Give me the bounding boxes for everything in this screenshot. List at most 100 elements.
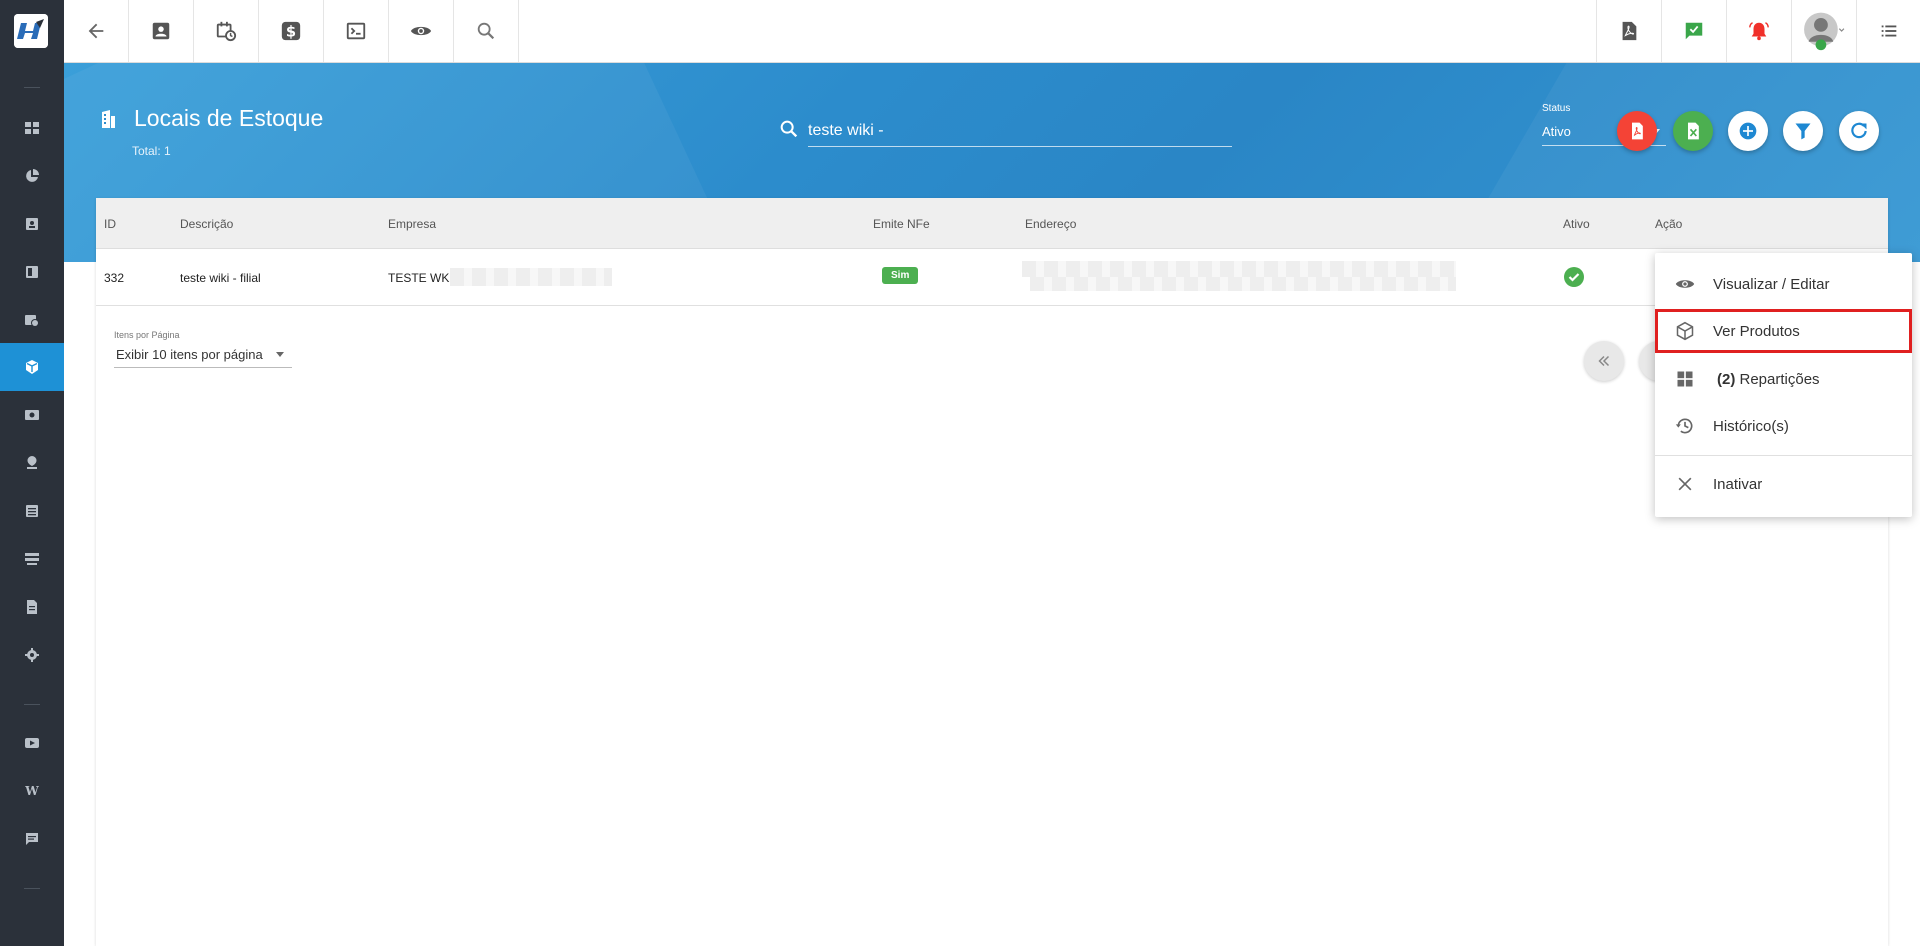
cube-icon — [1676, 321, 1694, 341]
table-header: ID Descrição Empresa Emite NFe Endereço … — [96, 198, 1888, 249]
status-value: Ativo — [1542, 124, 1571, 139]
sidebar-item-dashboard[interactable] — [0, 104, 64, 152]
menu-item-label: Histórico(s) — [1713, 417, 1789, 435]
sidebar-item-list[interactable] — [0, 487, 64, 535]
add-button[interactable] — [1728, 111, 1768, 151]
menu-item-label: Inativar — [1713, 475, 1763, 493]
column-header-acao: Ação — [1655, 217, 1683, 231]
building-icon — [102, 109, 115, 128]
column-header-endereco[interactable]: Endereço — [1025, 217, 1076, 231]
sidebar-item-reports[interactable] — [0, 152, 64, 200]
cell-empresa: TESTE WK — [388, 271, 450, 285]
total-count: Total: 1 — [132, 144, 171, 158]
column-header-descricao[interactable]: Descrição — [180, 217, 233, 231]
plus-circle-icon — [1739, 122, 1757, 140]
column-header-empresa[interactable]: Empresa — [388, 217, 436, 231]
column-header-ativo[interactable]: Ativo — [1563, 217, 1590, 231]
search-input[interactable] — [808, 115, 1232, 147]
menu-item-reparticoes[interactable]: (2) Repartições — [1655, 357, 1912, 401]
contact-icon — [26, 218, 38, 230]
user-menu-button[interactable] — [1791, 0, 1856, 62]
sidebar: W — [0, 0, 64, 946]
menu-list-button[interactable] — [1856, 0, 1920, 62]
refresh-button[interactable] — [1839, 111, 1879, 151]
pdf-button[interactable] — [1596, 0, 1661, 62]
spreadsheet-icon — [1688, 122, 1699, 140]
cell-descricao: teste wiki - filial — [180, 271, 261, 285]
sidebar-divider — [24, 87, 40, 88]
per-page-select[interactable]: Exibir 10 itens por página — [114, 342, 292, 368]
grid-icon — [1677, 371, 1693, 387]
sidebar-item-video[interactable] — [0, 719, 64, 767]
message-check-icon — [1685, 22, 1703, 40]
search-button[interactable] — [454, 0, 519, 62]
history-icon — [1675, 418, 1693, 434]
terminal-button[interactable] — [324, 0, 389, 62]
list-menu-icon — [1881, 25, 1896, 37]
location-icon — [27, 456, 37, 469]
export-pdf-button[interactable] — [1617, 111, 1657, 151]
sidebar-item-wiki[interactable]: W — [0, 767, 64, 815]
eye-icon — [1675, 280, 1695, 288]
chat-icon — [26, 833, 38, 845]
server-icon — [25, 553, 39, 565]
sidebar-item-panel[interactable] — [0, 248, 64, 296]
pie-chart-icon — [26, 169, 39, 182]
logo-icon — [14, 14, 48, 48]
menu-item-label: Ver Produtos — [1713, 322, 1800, 340]
menu-item-label: Visualizar / Editar — [1713, 275, 1830, 293]
cube-icon — [26, 360, 38, 374]
redacted-address — [1022, 261, 1456, 277]
back-button[interactable] — [64, 0, 129, 62]
sidebar-item-stock[interactable] — [0, 343, 64, 391]
menu-item-ver-produtos[interactable]: Ver Produtos — [1655, 309, 1912, 353]
gear-icon — [25, 648, 39, 662]
bell-icon — [1749, 22, 1769, 41]
menu-item-view-edit[interactable]: Visualizar / Editar — [1655, 262, 1912, 306]
sidebar-item-locations[interactable] — [0, 439, 64, 487]
per-page-label: Itens por Página — [114, 330, 180, 340]
pdf-icon — [1622, 21, 1637, 41]
sidebar-divider — [24, 888, 40, 889]
schedule-button[interactable] — [194, 0, 259, 62]
sidebar-item-chat[interactable] — [0, 815, 64, 863]
status-label: Status — [1542, 103, 1571, 114]
sidebar-item-documents[interactable] — [0, 583, 64, 631]
arrow-left-icon — [88, 23, 104, 39]
filter-button[interactable] — [1783, 111, 1823, 151]
table-row[interactable]: 332 teste wiki - filial TESTE WK Sim — [96, 249, 1888, 306]
sidebar-item-schedule[interactable] — [0, 296, 64, 344]
sidebar-item-finance[interactable] — [0, 391, 64, 439]
list-icon — [26, 505, 38, 517]
double-chevron-left-icon — [1598, 355, 1610, 367]
app-logo[interactable] — [14, 14, 48, 48]
close-icon — [1678, 477, 1692, 491]
menu-item-historico[interactable]: Histórico(s) — [1655, 404, 1912, 448]
sidebar-item-servers[interactable] — [0, 535, 64, 583]
column-header-emite-nfe[interactable]: Emite NFe — [873, 217, 930, 231]
search-icon — [780, 120, 798, 138]
video-icon — [25, 738, 39, 748]
sidebar-divider — [24, 704, 40, 705]
avatar — [1804, 12, 1845, 51]
export-excel-button[interactable] — [1673, 111, 1713, 151]
sidebar-item-settings[interactable] — [0, 631, 64, 679]
first-page-button[interactable] — [1584, 341, 1624, 381]
check-circle-icon — [1564, 267, 1584, 287]
dashboard-icon — [25, 122, 39, 134]
top-bar: $ — [64, 0, 1920, 63]
menu-item-inativar[interactable]: Inativar — [1655, 462, 1912, 506]
refresh-icon — [1851, 122, 1867, 139]
notifications-button[interactable] — [1726, 0, 1791, 62]
finance-button[interactable]: $ — [259, 0, 324, 62]
action-menu: Visualizar / Editar Ver Produtos (2) Rep… — [1655, 253, 1912, 517]
messages-button[interactable] — [1661, 0, 1726, 62]
view-button[interactable] — [389, 0, 454, 62]
reparticoes-count: (2) — [1717, 370, 1736, 388]
filter-icon — [1795, 123, 1811, 140]
cell-id: 332 — [104, 271, 125, 285]
redacted-company — [450, 268, 612, 286]
column-header-id[interactable]: ID — [104, 217, 116, 231]
sidebar-item-contacts[interactable] — [0, 200, 64, 248]
contacts-button[interactable] — [129, 0, 194, 62]
